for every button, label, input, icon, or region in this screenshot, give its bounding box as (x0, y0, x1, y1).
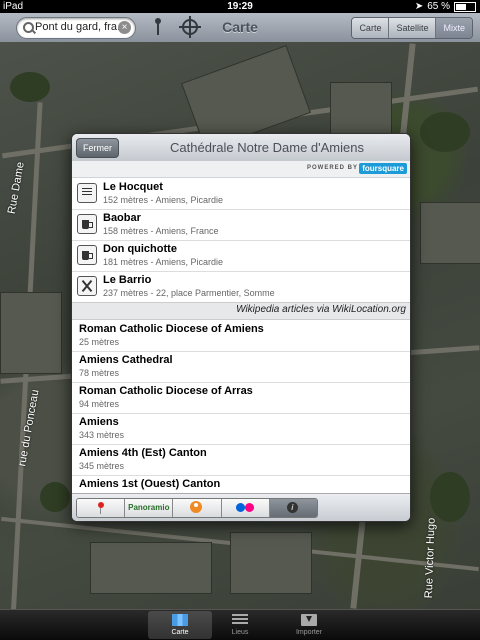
article-title: Amiens 4th (Est) Canton (79, 447, 207, 459)
venue-detail: 237 mètres - 22, place Parmentier, Somme (103, 288, 275, 298)
article-row[interactable]: Roman Catholic Diocese of Amiens 25 mètr… (72, 320, 410, 352)
venue-detail: 181 mètres - Amiens, Picardie (103, 257, 224, 267)
close-button[interactable]: Fermer (76, 138, 119, 158)
article-distance: 343 mètres (79, 430, 125, 440)
article-row[interactable]: Amiens Cathedral 78 mètres (72, 351, 410, 383)
bottom-tab-bar: Carte Lieus Importer (0, 609, 480, 640)
venue-row[interactable]: Le Barrio 237 mètres - 22, place Parment… (72, 271, 410, 303)
venue-detail: 152 mètres - Amiens, Picardie (103, 195, 224, 205)
article-title: Amiens (79, 416, 119, 428)
location-arrow-icon: ➤ (414, 1, 424, 12)
venue-row[interactable]: Le Hocquet 152 mètres - Amiens, Picardie (72, 178, 410, 210)
article-title: Amiens 1st (Ouest) Canton (79, 478, 221, 490)
nearby-places-popover: Fermer Cathédrale Notre Dame d'Amiens PO… (71, 133, 411, 522)
map-type-mixte[interactable]: Mixte (435, 18, 472, 38)
battery-percent: 65 % (427, 1, 450, 12)
venue-name: Le Barrio (103, 274, 152, 286)
status-bar: iPad 19:29 ➤ 65 % (0, 0, 480, 13)
list-icon (232, 614, 248, 626)
article-distance: 78 mètres (79, 368, 120, 378)
popover-title: Cathédrale Notre Dame d'Amiens (170, 140, 364, 155)
popover-footer: Panoramio (72, 493, 410, 521)
wiki-credit-band: Wikipedia articles via WikiLocation.org (72, 302, 410, 320)
venue-row[interactable]: Don quichotte 181 mètres - Amiens, Picar… (72, 240, 410, 272)
venue-row[interactable]: Baobar 158 mètres - Amiens, France (72, 209, 410, 241)
map-type-carte[interactable]: Carte (352, 18, 389, 38)
article-distance: 94 mètres (79, 399, 120, 409)
street-label: Rue Victor Hugo (422, 517, 438, 599)
tab-importer[interactable]: Importer (277, 611, 341, 639)
tab-label: Lieus (231, 629, 249, 636)
search-field[interactable]: Pont du gard, fra... × (16, 17, 136, 39)
map-type-selector[interactable]: Carte Satellite Mixte (351, 17, 473, 39)
top-toolbar: Pont du gard, fra... × Carte Carte Satel… (0, 13, 480, 43)
tab-carte[interactable]: Carte (148, 611, 212, 639)
article-distance: 345 mètres (79, 461, 125, 471)
map-type-satellite[interactable]: Satellite (388, 18, 436, 38)
clock: 19:29 (227, 1, 253, 12)
drop-pin-icon[interactable] (155, 18, 161, 35)
article-row[interactable]: Roman Catholic Diocese of Arras 94 mètre… (72, 382, 410, 414)
article-row[interactable]: Amiens 4th (Est) Canton 345 mètres (72, 444, 410, 476)
tab-lieus[interactable]: Lieus (208, 611, 272, 639)
tab-label: Importer (295, 629, 323, 636)
beer-mug-icon (77, 245, 97, 265)
article-row[interactable]: Amiens 343 mètres (72, 413, 410, 445)
source-selector[interactable]: Panoramio (76, 498, 318, 518)
article-title: Amiens Cathedral (79, 354, 173, 366)
person-icon[interactable] (172, 499, 221, 517)
venue-detail: 158 mètres - Amiens, France (103, 226, 219, 236)
locate-me-icon[interactable] (179, 16, 201, 38)
wiki-credit: Wikipedia articles via WikiLocation.org (236, 304, 406, 315)
cutlery-icon (77, 276, 97, 296)
venue-name: Le Hocquet (103, 181, 163, 193)
import-icon (301, 614, 317, 626)
list-icon (77, 183, 97, 203)
battery-icon (454, 1, 476, 12)
search-input[interactable]: Pont du gard, fra... (35, 21, 119, 33)
venue-name: Baobar (103, 212, 141, 224)
article-title: Roman Catholic Diocese of Arras (79, 385, 253, 397)
search-icon (23, 22, 34, 33)
article-title: Roman Catholic Diocese of Amiens (79, 323, 264, 335)
street-label: Rue Dame (5, 161, 27, 215)
info-icon[interactable] (268, 499, 317, 517)
toolbar-title: Carte (222, 19, 258, 35)
beer-mug-icon (77, 214, 97, 234)
flickr-icon[interactable] (220, 499, 269, 517)
venue-name: Don quichotte (103, 243, 177, 255)
popover-header: Fermer Cathédrale Notre Dame d'Amiens (72, 134, 410, 162)
status-right: ➤ 65 % (415, 1, 476, 12)
map-pin-icon[interactable] (77, 499, 125, 517)
clear-search-icon[interactable]: × (118, 21, 131, 34)
article-distance: 25 mètres (79, 337, 120, 347)
tab-label: Carte (171, 629, 189, 636)
battery-fill (456, 3, 466, 10)
panoramio-icon[interactable]: Panoramio (124, 499, 173, 517)
powered-by-label: POWERED BY (306, 165, 358, 171)
provider-credit: POWERED BY foursquare (72, 161, 410, 178)
foursquare-logo: foursquare (359, 163, 407, 174)
map-icon (172, 614, 188, 626)
